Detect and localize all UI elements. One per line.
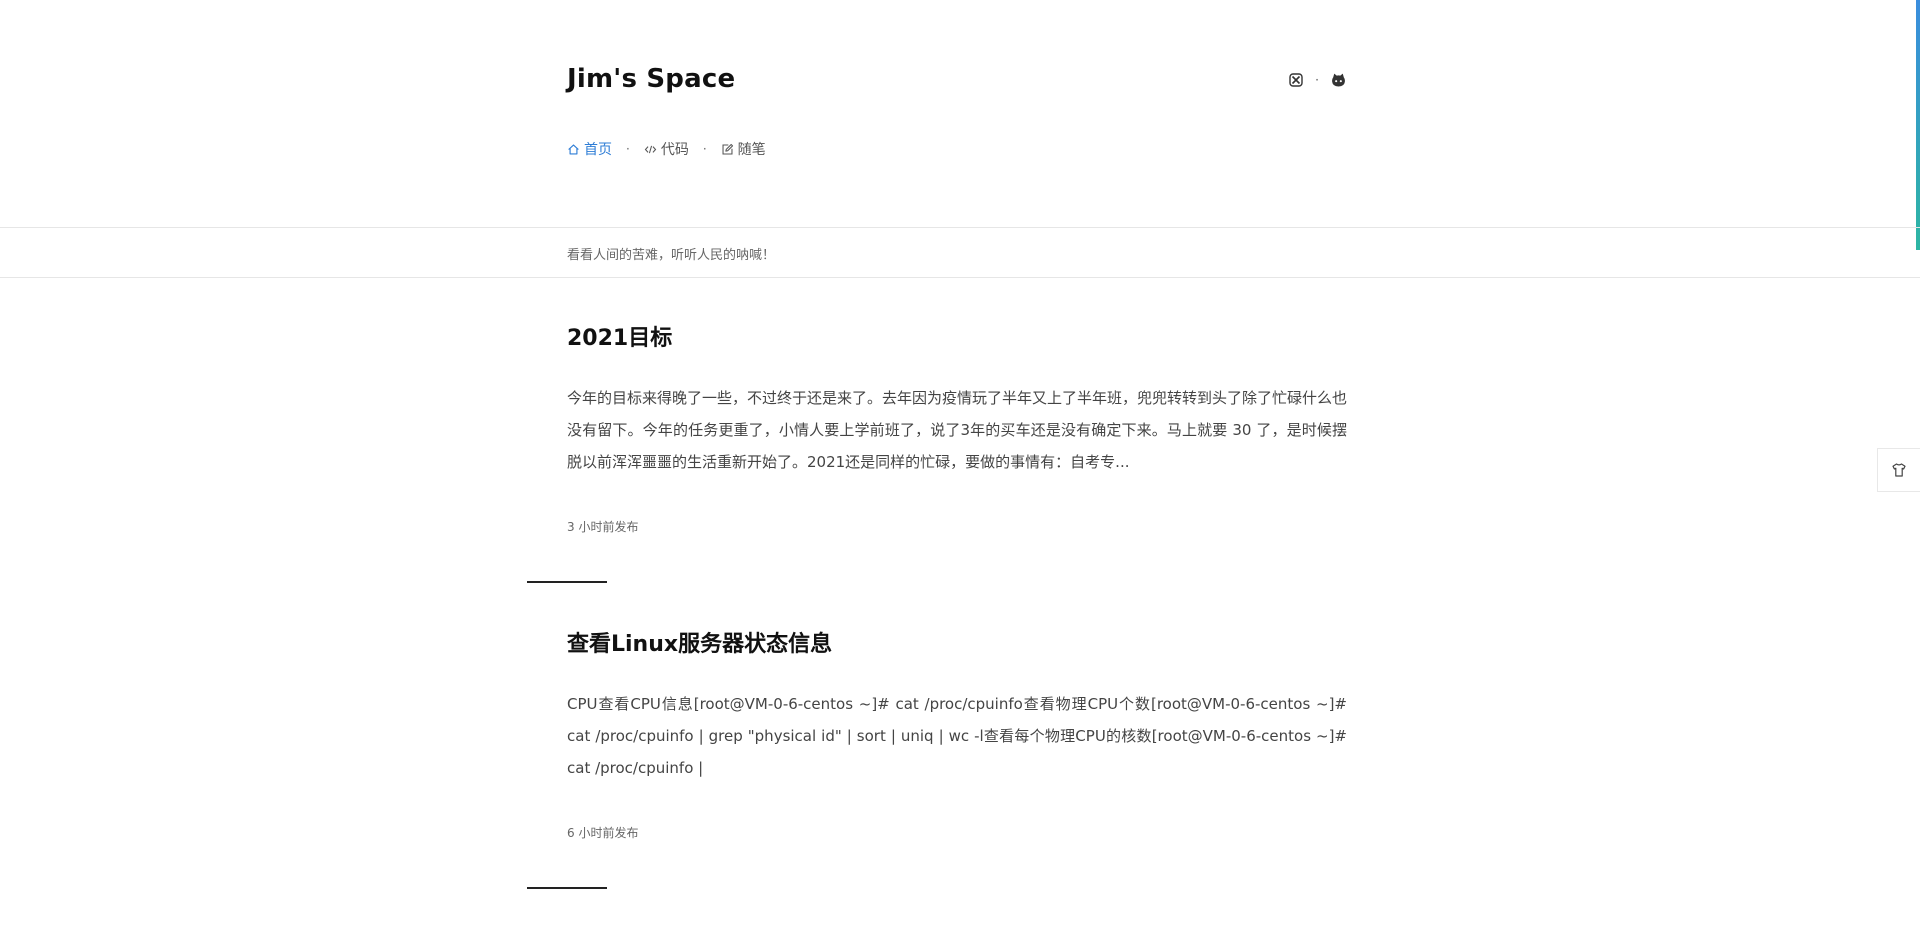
header-icon-separator: ·: [1315, 73, 1319, 87]
post-card: 2021目标 今年的目标来得晚了一些，不过终于还是来了。去年因为疫情玩了半年又上…: [567, 320, 1347, 535]
post-divider: [527, 581, 607, 583]
site-title[interactable]: Jim's Space: [567, 64, 735, 94]
post-date: 6 小时前发布: [567, 826, 639, 840]
site-header: Jim's Space · 首页 · 代码 · 随笔: [567, 0, 1347, 227]
post-date: 3 小时前发布: [567, 520, 639, 534]
page: Jim's Space · 首页 · 代码 · 随笔 看看人间的苦难，听听人民的…: [0, 0, 1920, 937]
slogan-bar: 看看人间的苦难，听听人民的呐喊！: [0, 227, 1920, 278]
nav-separator: ·: [626, 142, 630, 156]
nav-item-label: 随笔: [737, 142, 766, 158]
github-icon[interactable]: [1329, 71, 1347, 89]
shirt-icon: [1892, 463, 1906, 477]
main-nav: 首页 · 代码 · 随笔: [567, 139, 766, 159]
scroll-indicator[interactable]: [1916, 0, 1920, 250]
nav-item-home[interactable]: 首页: [567, 139, 612, 159]
nav-item-label: 首页: [584, 142, 612, 158]
post-title[interactable]: 2021目标: [567, 320, 1347, 352]
post-title[interactable]: 查看Linux服务器状态信息: [567, 626, 1347, 658]
post-excerpt: CPU查看CPU信息[root@VM-0-6-centos ~]# cat /p…: [567, 695, 1347, 777]
code-icon: [644, 145, 657, 153]
home-icon: [568, 143, 579, 155]
theme-widget-button[interactable]: [1877, 448, 1920, 492]
post-excerpt: 今年的目标来得晚了一些，不过终于还是来了。去年因为疫情玩了半年又上了半年班，兜兜…: [567, 389, 1348, 471]
close-badge-icon[interactable]: [1287, 71, 1305, 89]
edit-icon: [722, 143, 733, 154]
post-divider: [527, 887, 607, 889]
nav-item-label: 代码: [660, 142, 689, 158]
nav-item-notes[interactable]: 随笔: [721, 139, 766, 159]
site-slogan: 看看人间的苦难，听听人民的呐喊！: [567, 248, 776, 263]
header-icons: ·: [1287, 71, 1347, 89]
nav-separator: ·: [702, 142, 707, 156]
post-card: 查看Linux服务器状态信息 CPU查看CPU信息[root@VM-0-6-ce…: [567, 626, 1347, 841]
nav-item-code[interactable]: 代码: [644, 139, 689, 159]
